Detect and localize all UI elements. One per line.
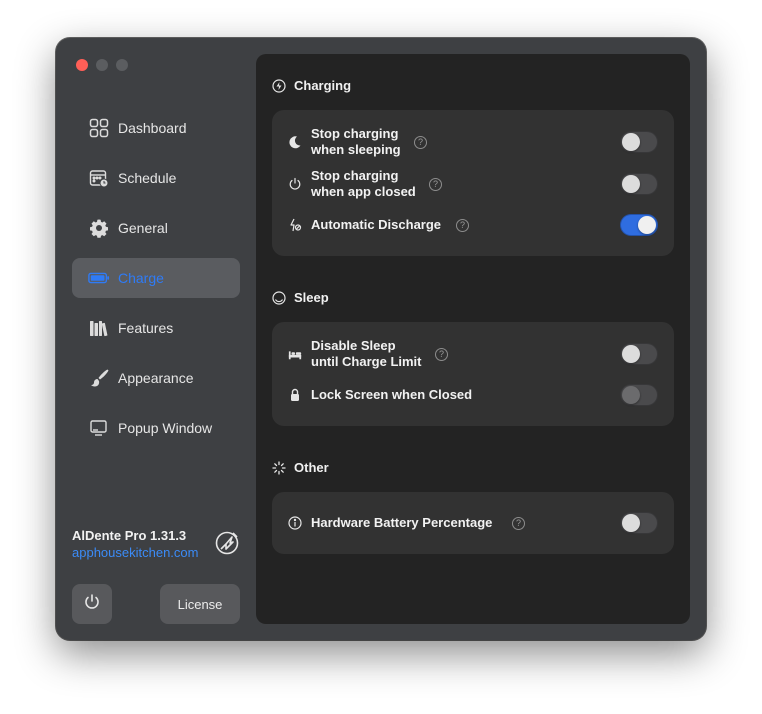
section-title-charging: Charging — [272, 78, 351, 93]
sidebar-item-label: Charge — [118, 270, 164, 286]
help-icon[interactable]: ? — [429, 177, 442, 191]
gear-icon — [88, 217, 110, 239]
battery-icon — [88, 267, 110, 289]
settings-panel: Charging Stop charging when sleeping ? St… — [256, 54, 690, 624]
setting-label: Automatic Discharge — [311, 217, 442, 232]
license-button[interactable]: License — [160, 584, 240, 624]
sidebar: Dashboard Schedule General Charge Featur… — [56, 38, 256, 640]
setting-label: Stop charging when sleeping — [311, 126, 401, 157]
sidebar-item-popup-window[interactable]: Popup Window — [72, 408, 240, 448]
setting-row-hardware-battery-percentage: Hardware Battery Percentage ? — [272, 512, 674, 534]
website-link[interactable]: apphousekitchen.com — [72, 545, 198, 560]
setting-label: Disable Sleep until Charge Limit — [311, 338, 422, 369]
sidebar-item-label: Dashboard — [118, 120, 187, 136]
setting-label: Stop charging when app closed — [311, 168, 416, 199]
lightning-circle-icon — [272, 78, 286, 93]
disable-sleep-toggle[interactable] — [620, 343, 658, 365]
section-title-sleep: Sleep — [272, 290, 329, 305]
section-title-other: Other — [272, 460, 329, 475]
help-icon[interactable]: ? — [435, 347, 448, 361]
power-icon — [83, 593, 101, 616]
lock-icon — [288, 388, 302, 402]
sidebar-item-dashboard[interactable]: Dashboard — [72, 108, 240, 148]
stop-charging-sleeping-toggle[interactable] — [620, 131, 658, 153]
spinner-icon — [272, 460, 286, 475]
setting-row-stop-charging-sleeping: Stop charging when sleeping ? — [272, 126, 674, 158]
sidebar-item-label: Schedule — [118, 170, 177, 186]
app-info: AlDente Pro 1.31.3 apphousekitchen.com — [72, 528, 198, 560]
sidebar-item-features[interactable]: Features — [72, 308, 240, 348]
sidebar-item-label: Features — [118, 320, 174, 336]
books-icon — [88, 317, 110, 339]
sidebar-item-label: Popup Window — [118, 420, 213, 436]
aldente-logo-icon — [214, 530, 240, 556]
sidebar-item-general[interactable]: General — [72, 208, 240, 248]
power-icon — [288, 177, 302, 191]
setting-row-lock-screen: Lock Screen when Closed — [272, 384, 674, 406]
setting-row-automatic-discharge: Automatic Discharge ? — [272, 214, 674, 236]
charging-card: Stop charging when sleeping ? Stop chargi… — [272, 110, 674, 256]
sidebar-item-label: General — [118, 220, 168, 236]
quit-button[interactable] — [72, 584, 112, 624]
sidebar-item-appearance[interactable]: Appearance — [72, 358, 240, 398]
sidebar-item-schedule[interactable]: Schedule — [72, 158, 240, 198]
moon-icon — [288, 135, 302, 149]
sleep-icon — [272, 290, 286, 305]
calendar-icon — [88, 167, 110, 189]
info-icon — [288, 516, 302, 530]
sleep-card: Disable Sleep until Charge Limit ? Lock S… — [272, 322, 674, 426]
other-card: Hardware Battery Percentage ? — [272, 492, 674, 554]
setting-label: Lock Screen when Closed — [311, 387, 473, 402]
sidebar-item-charge[interactable]: Charge — [72, 258, 240, 298]
app-version: AlDente Pro 1.31.3 — [72, 528, 187, 543]
lock-screen-toggle[interactable] — [620, 384, 658, 406]
help-icon[interactable]: ? — [414, 135, 427, 149]
help-icon[interactable]: ? — [512, 516, 525, 530]
sidebar-item-label: Appearance — [118, 370, 194, 386]
bed-icon — [288, 347, 302, 361]
automatic-discharge-toggle[interactable] — [620, 214, 658, 236]
setting-row-stop-charging-app-closed: Stop charging when app closed ? — [272, 168, 674, 200]
setting-label: Hardware Battery Percentage — [311, 515, 493, 530]
discharge-icon — [288, 218, 302, 232]
hardware-battery-percentage-toggle[interactable] — [620, 512, 658, 534]
app-window: Dashboard Schedule General Charge Featur… — [56, 38, 706, 640]
help-icon[interactable]: ? — [456, 218, 469, 232]
dashboard-icon — [88, 117, 110, 139]
stop-charging-app-closed-toggle[interactable] — [620, 173, 658, 195]
monitor-icon — [88, 417, 110, 439]
setting-row-disable-sleep: Disable Sleep until Charge Limit ? — [272, 338, 674, 370]
paintbrush-icon — [88, 367, 110, 389]
